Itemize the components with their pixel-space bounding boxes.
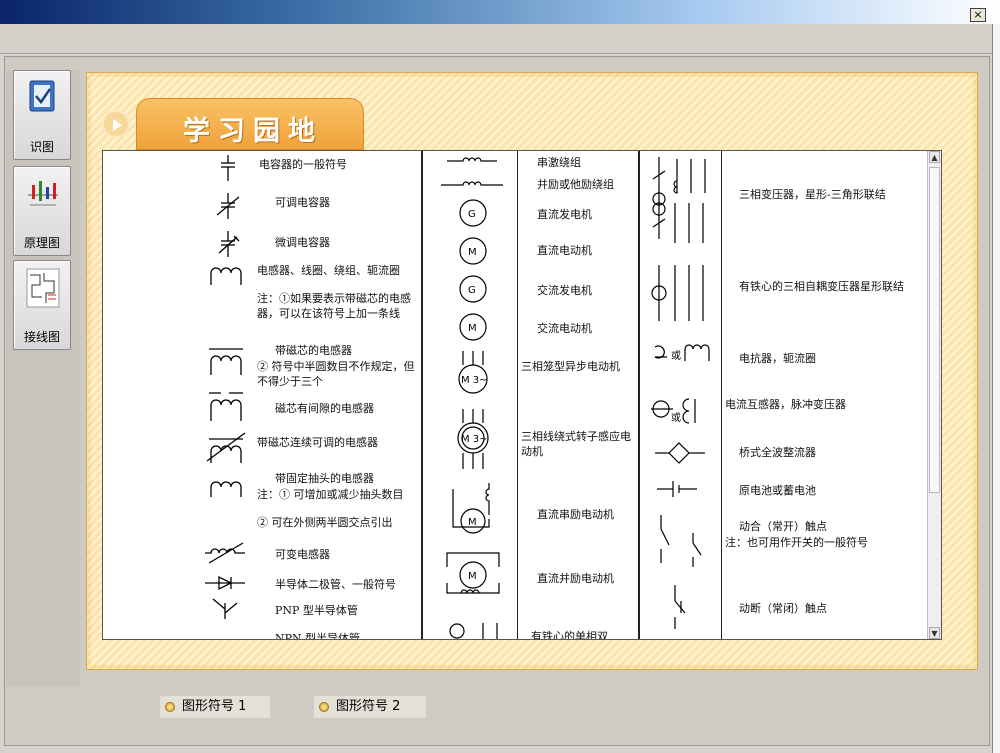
symbol-label: 半导体二极管、一般符号 xyxy=(275,578,396,591)
toolbar xyxy=(0,24,992,54)
symbol-label: 电流互感器，脉冲变压器 xyxy=(725,398,846,411)
symbol-label: 带固定抽头的电感器 xyxy=(275,472,374,485)
symbol-column-3: 或 或 xyxy=(651,157,710,629)
wiring-diagram-icon xyxy=(26,268,60,308)
motor-symbol-text: M xyxy=(468,247,477,258)
motor-symbol-text: M xyxy=(468,517,477,528)
section-title: 学习园地 xyxy=(183,116,323,147)
symbol-label: 直流并励电动机 xyxy=(537,572,614,585)
symbol-table[interactable]: 电容器的一般符号 可调电容器 微调电容器 电感器、线圈、绕组、轭流圈 注：①如果… xyxy=(102,150,942,640)
close-button[interactable]: × xyxy=(970,8,986,22)
symbol-label: 交流发电机 xyxy=(537,284,592,297)
tab-symbols-1[interactable]: 图形符号 1 xyxy=(160,696,270,718)
symbol-label: 三相变压器，星形-三角形联结 xyxy=(739,188,886,201)
symbol-label: 动断（常闭）触点 xyxy=(739,602,827,615)
symbol-label: 带磁芯连续可调的电感器 xyxy=(257,436,378,449)
symbol-label: 交流电动机 xyxy=(537,322,592,335)
section-header: 学习园地 xyxy=(136,98,364,150)
symbol-label: NPN 型半导体管 xyxy=(275,632,361,640)
sidebar: 识图 原理图 接线图 xyxy=(6,70,80,686)
bullet-icon xyxy=(165,702,175,712)
symbol-column-2: G M G M M 3~ M 3~ M M xyxy=(441,157,503,639)
column-divider xyxy=(517,151,518,639)
column-divider xyxy=(638,151,640,639)
symbol-label: PNP 型半导体管 xyxy=(275,604,358,617)
sidebar-item-label: 识图 xyxy=(29,140,54,154)
title-bar xyxy=(0,0,1000,24)
sidebar-item-wiring[interactable]: 接线图 xyxy=(13,260,71,350)
symbol-label: 电容器的一般符号 xyxy=(259,158,347,171)
scroll-down-icon[interactable]: ▼ xyxy=(929,627,940,639)
symbol-label: 有铁心的三相自耦变压器星形联结 xyxy=(739,280,904,293)
symbol-label: 可调电容器 xyxy=(275,196,330,209)
symbol-label: 并励或他励绕组 xyxy=(537,178,614,191)
tab-label: 图形符号 2 xyxy=(336,699,401,714)
tab-label: 图形符号 1 xyxy=(182,699,247,714)
sidebar-item-identify[interactable]: 识图 xyxy=(13,70,71,160)
motor-symbol-text: M xyxy=(468,323,477,334)
symbol-label: 直流发电机 xyxy=(537,208,592,221)
or-text: 或 xyxy=(671,350,681,362)
motor-symbol-text: M xyxy=(468,571,477,582)
tab-symbols-2[interactable]: 图形符号 2 xyxy=(314,696,426,718)
symbol-label: 有铁心的单相双 xyxy=(531,630,608,640)
symbol-label: 串激绕组 xyxy=(537,156,581,169)
symbol-label: 三相线绕式转子感应电动机 xyxy=(521,430,631,458)
window-edge xyxy=(992,24,1000,753)
symbol-label: 可变电感器 xyxy=(275,548,330,561)
symbol-column-1 xyxy=(205,155,246,619)
scroll-up-icon[interactable]: ▲ xyxy=(929,151,940,163)
column-divider xyxy=(721,151,722,639)
symbol-note: 注：也可用作开关的一般符号 xyxy=(725,536,868,549)
motor-3ph-symbol-text: M 3~ xyxy=(461,434,488,445)
symbol-note: 注：① 可增加或减少抽头数目 xyxy=(257,488,404,501)
or-text: 或 xyxy=(671,412,681,424)
bullet-icon xyxy=(319,702,329,712)
arrow-right-icon xyxy=(102,110,130,138)
sidebar-item-schematic[interactable]: 原理图 xyxy=(13,166,71,256)
generator-symbol-text: G xyxy=(468,209,476,220)
column-divider xyxy=(421,151,423,639)
symbol-note: ② 符号中半圆数目不作规定，但不得少于三个 xyxy=(257,360,415,388)
generator-symbol-text: G xyxy=(468,285,476,296)
symbol-label: 微调电容器 xyxy=(275,236,330,249)
symbol-label: 电感器、线圈、绕组、轭流圈 xyxy=(257,264,400,277)
symbol-label: 直流电动机 xyxy=(537,244,592,257)
symbol-label: 电抗器，轭流圈 xyxy=(739,352,816,365)
schematic-icon xyxy=(28,181,58,206)
symbol-label: 直流串励电动机 xyxy=(537,508,614,521)
scrollbar-thumb[interactable] xyxy=(929,167,940,493)
symbol-label: 动合（常开）触点 xyxy=(739,520,827,533)
symbol-note: 注：①如果要表示带磁芯的电感器，可以在该符号上加一条线 xyxy=(257,292,411,320)
clipboard-check-icon xyxy=(29,80,55,112)
symbol-note: ② 可在外侧两半圆交点引出 xyxy=(257,516,393,529)
symbol-label: 桥式全波整流器 xyxy=(739,446,816,459)
symbol-label: 三相笼型异步电动机 xyxy=(521,360,620,373)
symbol-label: 带磁芯的电感器 xyxy=(275,344,352,357)
symbol-label: 原电池或蓄电池 xyxy=(739,484,816,497)
sidebar-item-label: 原理图 xyxy=(23,236,60,250)
symbol-label: 磁芯有间隙的电感器 xyxy=(275,402,374,415)
sidebar-item-label: 接线图 xyxy=(23,330,60,344)
motor-3ph-symbol-text: M 3~ xyxy=(461,375,488,386)
vertical-scrollbar[interactable]: ▲ ▼ xyxy=(927,151,941,639)
